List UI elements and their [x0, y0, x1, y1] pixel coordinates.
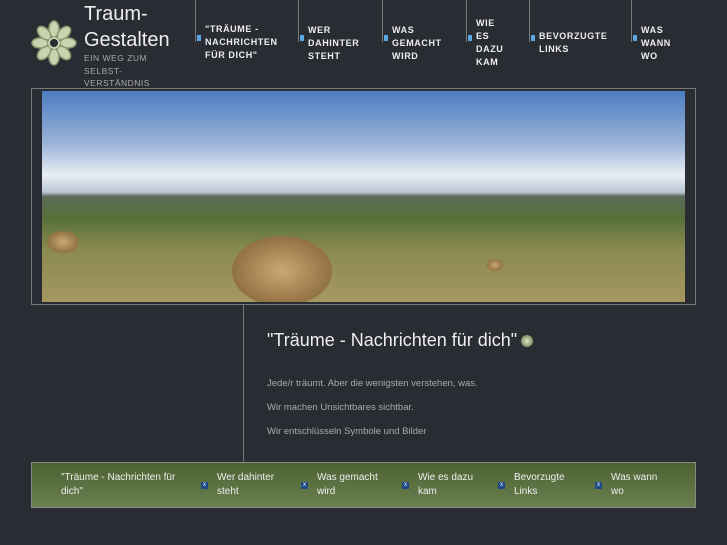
separator-icon: x [595, 482, 602, 489]
nav-bullet-icon [633, 35, 637, 41]
flower-logo-icon [31, 20, 77, 66]
separator-icon: x [402, 482, 409, 489]
orb-icon [521, 335, 534, 348]
footer-link-links[interactable]: Bevorzugte Links [514, 471, 574, 499]
header-photo-frame [31, 88, 696, 305]
content-divider [243, 305, 244, 462]
footer-link-traeume[interactable]: "Träume - Nachrichten für dich" [61, 471, 181, 499]
footer-link-wer[interactable]: Wer dahinter steht [217, 471, 287, 499]
paragraph: Wir entschlüsseln Symbole und Bilder [267, 426, 427, 437]
separator-icon: x [498, 482, 505, 489]
nav-bullet-icon [384, 35, 388, 41]
nav-bullet-icon [468, 35, 472, 41]
paragraph: Jede/r träumt. Aber die wenigsten verste… [267, 378, 478, 389]
page-heading: "Träume - Nachrichten für dich" [267, 330, 534, 351]
footer-link-wann[interactable]: Was wann wo [611, 471, 671, 499]
nav-bullet-icon [531, 35, 535, 41]
nav-bullet-icon [300, 35, 304, 41]
site-subtitle: EIN WEG ZUM SELBST-VERSTÄNDNIS [84, 53, 150, 88]
paragraph: Wir machen Unsichtbares sichtbar. [267, 402, 414, 413]
nav-bullet-icon [197, 35, 201, 41]
site-title[interactable]: Traum- Gestalten [84, 1, 170, 53]
separator-icon: x [201, 482, 208, 489]
footer-link-was[interactable]: Was gemacht wird [317, 471, 387, 499]
separator-icon: x [301, 482, 308, 489]
footer-link-wie[interactable]: Wie es dazu kam [418, 471, 483, 499]
landscape-photo [42, 91, 685, 302]
footer-nav: "Träume - Nachrichten für dich" x Wer da… [31, 462, 696, 508]
